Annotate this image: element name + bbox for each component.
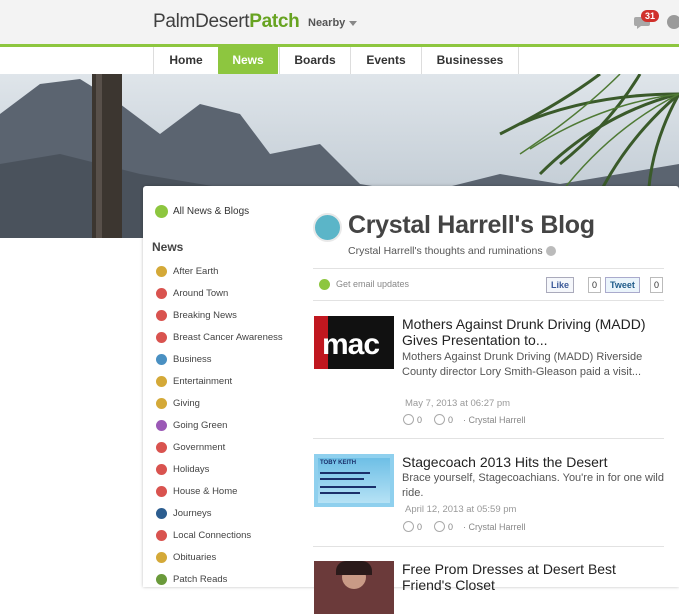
site-header: PalmDesertPatch Nearby 31 bbox=[0, 0, 679, 44]
blog-subtitle: Crystal Harrell's thoughts and ruminatio… bbox=[348, 245, 556, 257]
sidebar-item-label: Business bbox=[173, 353, 212, 365]
blog-icon bbox=[313, 213, 342, 242]
content-panel: All News & Blogs News After Earth Around … bbox=[143, 186, 679, 614]
sidebar-item-label: Holidays bbox=[173, 463, 210, 475]
post-date: May 7, 2013 at 06:27 pm bbox=[405, 398, 511, 409]
main-nav: Home News Boards Events Businesses bbox=[0, 44, 679, 75]
nearby-label: Nearby bbox=[308, 17, 346, 29]
view-icon bbox=[434, 521, 446, 532]
email-updates-link[interactable]: Get email updates bbox=[319, 279, 409, 291]
post-excerpt: Brace yourself, Stagecoachians. You're i… bbox=[402, 472, 664, 499]
journey-icon bbox=[156, 507, 167, 519]
sidebar-item-entertainment[interactable]: Entertainment bbox=[156, 370, 283, 392]
holiday-icon bbox=[156, 463, 167, 475]
sidebar-item-label: Breast Cancer Awareness bbox=[173, 331, 283, 343]
post-date: April 12, 2013 at 05:59 pm bbox=[405, 504, 517, 515]
page-title: Crystal Harrell's Blog bbox=[348, 211, 595, 239]
connection-icon bbox=[156, 529, 167, 541]
post-thumbnail[interactable] bbox=[314, 561, 394, 614]
leaf-icon bbox=[156, 419, 167, 431]
sidebar-item-label: Entertainment bbox=[173, 375, 233, 387]
sidebar-item-label: Giving bbox=[173, 397, 200, 409]
globe-icon bbox=[156, 265, 167, 277]
plus-icon bbox=[156, 331, 167, 343]
sidebar-item-business[interactable]: Business bbox=[156, 348, 283, 370]
email-icon bbox=[319, 279, 330, 291]
sidebar-item-label: Journeys bbox=[173, 507, 212, 519]
post-title[interactable]: Stagecoach 2013 Hits the Desert bbox=[402, 454, 664, 470]
sidebar-item-label: Patch Reads bbox=[173, 573, 228, 585]
tab-businesses[interactable]: Businesses bbox=[421, 47, 519, 74]
star-icon bbox=[156, 375, 167, 387]
gear-icon[interactable] bbox=[667, 15, 679, 29]
notification-badge[interactable]: 31 bbox=[641, 10, 660, 22]
section-title: News bbox=[152, 240, 184, 254]
sidebar-item-government[interactable]: Government bbox=[156, 436, 283, 458]
post-meta: 0 0 · Crystal Harrell bbox=[403, 521, 526, 532]
list-icon bbox=[155, 205, 168, 218]
tweet-button[interactable]: Tweet bbox=[605, 277, 640, 293]
tab-news[interactable]: News bbox=[218, 44, 278, 75]
like-count: 0 bbox=[588, 277, 602, 293]
alert-icon bbox=[156, 309, 167, 321]
building-icon bbox=[156, 353, 167, 365]
tweet-count: 0 bbox=[650, 277, 664, 293]
sidebar-item-local-connections[interactable]: Local Connections bbox=[156, 524, 283, 546]
sidebar-item-label: Obituaries bbox=[173, 551, 217, 563]
sidebar-item-breast-cancer-awareness[interactable]: Breast Cancer Awareness bbox=[156, 326, 283, 348]
sidebar-item-giving[interactable]: Giving bbox=[156, 392, 283, 414]
divider bbox=[313, 546, 664, 547]
sidebar-item-obituaries[interactable]: Obituaries bbox=[156, 546, 283, 568]
post-author[interactable]: · Crystal Harrell bbox=[463, 415, 526, 425]
house-icon bbox=[156, 485, 167, 497]
sidebar-item-label: Around Town bbox=[173, 287, 229, 299]
obituary-icon bbox=[156, 551, 167, 563]
nearby-dropdown[interactable]: Nearby bbox=[308, 17, 358, 29]
tab-home[interactable]: Home bbox=[153, 47, 218, 74]
sidebar-item-label: Local Connections bbox=[173, 529, 252, 541]
sidebar-item-going-green[interactable]: Going Green bbox=[156, 414, 283, 436]
comment-icon[interactable] bbox=[403, 521, 414, 532]
sidebar-item-label: Going Green bbox=[173, 419, 228, 431]
post-excerpt: Mothers Against Drunk Driving (MADD) Riv… bbox=[402, 351, 643, 378]
sidebar-item-label: House & Home bbox=[173, 485, 238, 497]
post-title[interactable]: Mothers Against Drunk Driving (MADD) Giv… bbox=[402, 316, 664, 348]
sidebar-item-journeys[interactable]: Journeys bbox=[156, 502, 283, 524]
sidebar-item-label: Breaking News bbox=[173, 309, 237, 321]
chevron-down-icon bbox=[349, 20, 358, 26]
post-meta: 0 0 · Crystal Harrell bbox=[403, 414, 526, 425]
sidebar-item-around-town[interactable]: Around Town bbox=[156, 282, 283, 304]
divider bbox=[313, 268, 664, 269]
capitol-icon bbox=[156, 441, 167, 453]
all-news-link[interactable]: All News & Blogs bbox=[155, 205, 249, 218]
gift-icon bbox=[156, 397, 167, 409]
sidebar-item-house-home[interactable]: House & Home bbox=[156, 480, 283, 502]
category-list: After Earth Around Town Breaking News Breas… bbox=[156, 260, 283, 590]
divider bbox=[313, 438, 664, 439]
car-icon bbox=[156, 287, 167, 299]
sidebar-item-label: After Earth bbox=[173, 265, 219, 277]
divider bbox=[313, 300, 664, 301]
book-icon bbox=[156, 573, 167, 585]
sidebar-item-breaking-news[interactable]: Breaking News bbox=[156, 304, 283, 326]
post-thumbnail[interactable]: mac bbox=[314, 316, 394, 369]
tab-boards[interactable]: Boards bbox=[279, 47, 350, 74]
sidebar-item-after-earth[interactable]: After Earth bbox=[156, 260, 283, 282]
site-logo[interactable]: PalmDesertPatch bbox=[153, 11, 300, 33]
post-author[interactable]: · Crystal Harrell bbox=[463, 522, 526, 532]
edit-icon[interactable] bbox=[545, 246, 556, 257]
facebook-like-button[interactable]: Like bbox=[546, 277, 575, 293]
sidebar-item-label: Government bbox=[173, 441, 226, 453]
comment-icon[interactable] bbox=[403, 414, 414, 425]
view-icon bbox=[434, 414, 446, 425]
sidebar-item-holidays[interactable]: Holidays bbox=[156, 458, 283, 480]
post-title[interactable]: Free Prom Dresses at Desert Best Friend'… bbox=[402, 561, 664, 593]
post-thumbnail[interactable]: TOBY KEITH bbox=[314, 454, 394, 507]
tab-events[interactable]: Events bbox=[350, 47, 421, 74]
